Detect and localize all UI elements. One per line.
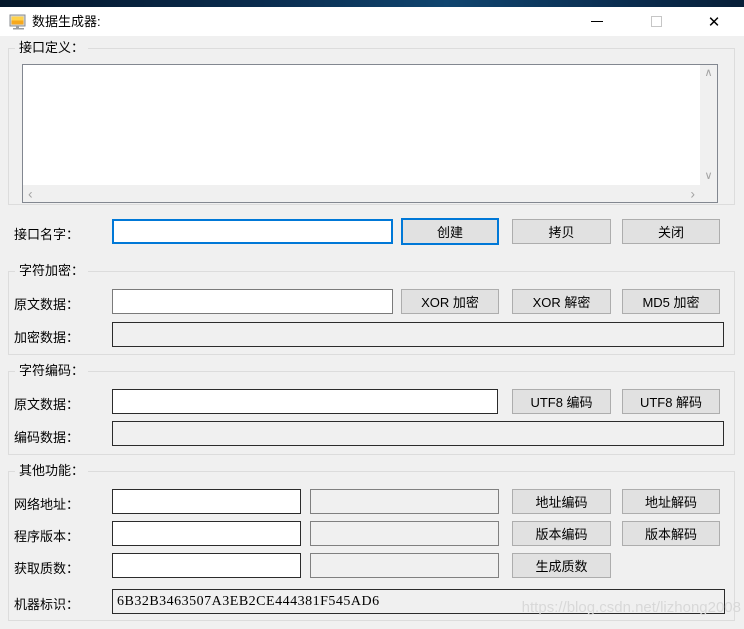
maximize-icon xyxy=(651,16,662,27)
encode-result-field xyxy=(112,421,724,446)
minimize-icon xyxy=(591,21,603,22)
interface-definition-textarea[interactable]: ∧ ∨ ‹ › xyxy=(22,64,718,203)
version-decode-button[interactable]: 版本解码 xyxy=(622,521,720,546)
utf8-encode-button[interactable]: UTF8 编码 xyxy=(512,389,611,414)
program-version-input[interactable] xyxy=(112,521,301,546)
group-char-encode-title: 字符编码： xyxy=(15,362,88,379)
encode-source-label: 原文数据： xyxy=(14,394,79,413)
address-encode-button[interactable]: 地址编码 xyxy=(512,489,611,514)
textarea-content[interactable] xyxy=(23,65,700,185)
group-char-encrypt-title: 字符加密： xyxy=(15,262,88,279)
horizontal-scrollbar[interactable]: ‹ › xyxy=(23,185,700,202)
get-prime-input[interactable] xyxy=(112,553,301,578)
encode-result-label: 编码数据： xyxy=(14,427,79,446)
create-button[interactable]: 创建 xyxy=(401,218,499,245)
xor-decrypt-button[interactable]: XOR 解密 xyxy=(512,289,611,314)
network-address-label: 网络地址： xyxy=(14,494,79,513)
close-button[interactable]: ✕ xyxy=(697,7,731,36)
encode-source-input[interactable] xyxy=(112,389,498,414)
utf8-decode-button[interactable]: UTF8 解码 xyxy=(622,389,720,414)
vertical-scrollbar[interactable]: ∧ ∨ xyxy=(700,65,717,185)
interface-name-label: 接口名字： xyxy=(14,224,79,243)
title-bar: 数据生成器: ✕ xyxy=(0,7,744,36)
xor-encrypt-button[interactable]: XOR 加密 xyxy=(401,289,499,314)
interface-name-input[interactable] xyxy=(112,219,393,244)
version-encode-button[interactable]: 版本编码 xyxy=(512,521,611,546)
md5-encrypt-button[interactable]: MD5 加密 xyxy=(622,289,720,314)
group-interface-definition-title: 接口定义： xyxy=(15,39,88,56)
machine-id-label: 机器标识： xyxy=(14,594,79,613)
csdn-watermark: https://blog.csdn.net/lizhong2008 xyxy=(522,599,741,616)
encrypt-source-input[interactable] xyxy=(112,289,393,314)
copy-button[interactable]: 拷贝 xyxy=(512,219,611,244)
minimize-button[interactable] xyxy=(581,7,613,36)
window-title: 数据生成器: xyxy=(32,7,101,36)
scroll-left-icon[interactable]: ‹ xyxy=(28,188,33,199)
address-decode-button[interactable]: 地址解码 xyxy=(622,489,720,514)
maximize-button xyxy=(640,7,672,36)
encrypt-source-label: 原文数据： xyxy=(14,294,79,313)
scroll-up-icon[interactable]: ∧ xyxy=(704,68,712,79)
app-window: 数据生成器: ✕ 接口定义： ∧ ∨ ‹ › 接口名字： 创建 拷贝 关闭 字符… xyxy=(0,0,744,629)
get-prime-label: 获取质数： xyxy=(14,558,79,577)
group-other-functions-title: 其他功能： xyxy=(15,462,88,479)
encrypt-result-field xyxy=(112,322,724,347)
scroll-down-icon[interactable]: ∨ xyxy=(704,171,712,182)
network-address-output xyxy=(310,489,499,514)
program-version-output xyxy=(310,521,499,546)
close-window-button[interactable]: 关闭 xyxy=(622,219,720,244)
generate-prime-button[interactable]: 生成质数 xyxy=(512,553,611,578)
get-prime-output xyxy=(310,553,499,578)
encrypt-result-label: 加密数据： xyxy=(14,327,79,346)
computer-icon xyxy=(9,13,27,31)
desktop-background xyxy=(0,0,744,7)
scroll-right-icon[interactable]: › xyxy=(690,188,695,199)
close-icon: ✕ xyxy=(708,13,721,31)
program-version-label: 程序版本： xyxy=(14,526,79,545)
network-address-input[interactable] xyxy=(112,489,301,514)
